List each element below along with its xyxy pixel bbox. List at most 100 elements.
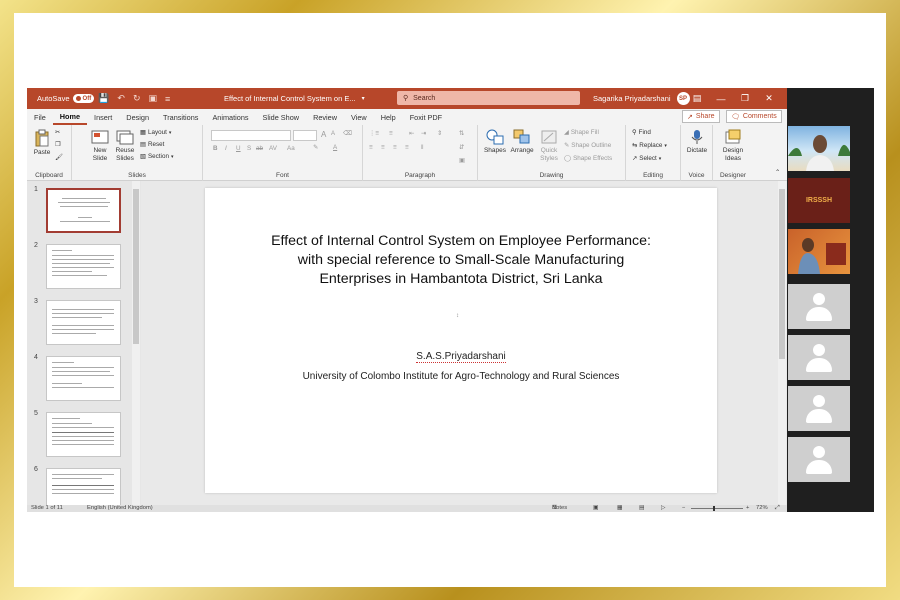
participant-tile-3[interactable] bbox=[788, 284, 850, 329]
slide-thumbnail-4[interactable] bbox=[46, 356, 121, 401]
numbering-icon[interactable]: ≡ bbox=[389, 130, 393, 137]
shape-fill-button[interactable]: ◢ Shape Fill bbox=[564, 129, 599, 136]
align-right-icon[interactable]: ≡ bbox=[393, 144, 397, 151]
title-dropdown-icon[interactable]: ▾ bbox=[362, 95, 365, 102]
bold-button[interactable]: B bbox=[213, 145, 218, 152]
restore-icon[interactable]: ❐ bbox=[733, 93, 757, 104]
align-left-icon[interactable]: ≡ bbox=[369, 144, 373, 151]
current-slide[interactable]: Effect of Internal Control System on Emp… bbox=[205, 188, 717, 493]
thumbnail-scroll-thumb[interactable] bbox=[133, 189, 139, 344]
columns-icon[interactable]: ‖ bbox=[421, 144, 424, 151]
shape-effects-button[interactable]: ◯ Shape Effects bbox=[564, 155, 612, 162]
line-spacing-icon[interactable]: ⇕ bbox=[437, 130, 442, 137]
autosave-toggle[interactable]: Off bbox=[72, 94, 95, 103]
participant-logo-tile[interactable]: IRSSSH bbox=[788, 178, 850, 223]
layout-button[interactable]: ▦ Layout ▾ bbox=[140, 129, 171, 136]
find-button[interactable]: ⚲ Find bbox=[632, 129, 651, 136]
undo-icon[interactable]: ↶ bbox=[117, 93, 125, 104]
dictate-button[interactable]: Dictate bbox=[684, 129, 710, 155]
participant-tile-4[interactable] bbox=[788, 335, 850, 380]
minimize-icon[interactable]: — bbox=[709, 94, 733, 104]
cut-icon[interactable]: ✂ bbox=[55, 129, 60, 136]
slide-thumbnail-5[interactable] bbox=[46, 412, 121, 457]
grow-font-button[interactable]: A bbox=[321, 130, 326, 139]
tab-file[interactable]: File bbox=[27, 109, 53, 125]
zoom-out-icon[interactable]: − bbox=[682, 505, 685, 512]
tab-foxit-pdf[interactable]: Foxit PDF bbox=[403, 109, 449, 125]
design-ideas-button[interactable]: Design Ideas bbox=[718, 129, 748, 163]
shrink-font-button[interactable]: A bbox=[331, 131, 335, 137]
tab-review[interactable]: Review bbox=[306, 109, 344, 125]
strikethrough-button[interactable]: S bbox=[247, 145, 251, 152]
slide-thumbnail-6[interactable] bbox=[46, 468, 121, 505]
decrease-indent-icon[interactable]: ⇤ bbox=[409, 130, 414, 137]
font-size-box[interactable] bbox=[293, 130, 317, 141]
fit-slide-icon[interactable]: ⤢ bbox=[775, 505, 780, 512]
slideshow-view-icon[interactable]: ▷ bbox=[661, 505, 665, 512]
present-icon[interactable]: ▣ bbox=[149, 93, 158, 104]
replace-button[interactable]: ⇆ Replace ▾ bbox=[632, 142, 667, 149]
smartart-icon[interactable]: ▣ bbox=[459, 157, 465, 164]
participant-video-1[interactable] bbox=[788, 126, 850, 171]
participant-tile-5[interactable] bbox=[788, 386, 850, 431]
shadow-button[interactable]: ab bbox=[256, 145, 263, 152]
normal-view-icon[interactable]: ▣ bbox=[593, 505, 598, 512]
reading-view-icon[interactable]: ▤ bbox=[639, 505, 644, 512]
tab-design[interactable]: Design bbox=[119, 109, 156, 125]
arrange-button[interactable]: Arrange bbox=[509, 129, 535, 155]
customize-toolbar-icon[interactable]: ≡ bbox=[165, 94, 170, 104]
paste-button[interactable]: Paste bbox=[32, 129, 52, 157]
slide-thumbnail-3[interactable] bbox=[46, 300, 121, 345]
reuse-slides-button[interactable]: Reuse Slides bbox=[113, 129, 137, 163]
tab-slide-show[interactable]: Slide Show bbox=[256, 109, 307, 125]
underline-button[interactable]: U bbox=[236, 145, 241, 152]
shapes-button[interactable]: Shapes bbox=[483, 129, 507, 155]
copy-icon[interactable]: ❐ bbox=[55, 141, 61, 148]
tab-view[interactable]: View bbox=[344, 109, 374, 125]
participant-tile-6[interactable] bbox=[788, 437, 850, 482]
tab-help[interactable]: Help bbox=[374, 109, 403, 125]
section-button[interactable]: ▧ Section ▾ bbox=[140, 153, 173, 160]
redo-icon[interactable]: ↻ bbox=[133, 93, 141, 104]
search-box[interactable]: ⚲ Search bbox=[397, 91, 580, 105]
highlight-icon[interactable]: ✎ bbox=[313, 144, 318, 151]
slide-scroll-thumb[interactable] bbox=[779, 189, 785, 359]
justify-icon[interactable]: ≡ bbox=[405, 144, 409, 151]
tab-animations[interactable]: Animations bbox=[205, 109, 255, 125]
zoom-slider[interactable] bbox=[691, 508, 743, 509]
font-name-box[interactable] bbox=[211, 130, 291, 141]
collapse-ribbon-icon[interactable]: ⌃ bbox=[775, 169, 780, 176]
bullets-icon[interactable]: ⋮≡ bbox=[369, 130, 379, 137]
clear-formatting-icon[interactable]: ⌫ bbox=[343, 130, 352, 137]
change-case-button[interactable]: Aa bbox=[287, 145, 295, 152]
comments-button[interactable]: 🗨 Comments bbox=[726, 110, 782, 123]
select-button[interactable]: ↗ Select ▾ bbox=[632, 155, 661, 162]
tab-transitions[interactable]: Transitions bbox=[156, 109, 205, 125]
tab-home[interactable]: Home bbox=[52, 109, 88, 125]
tab-insert[interactable]: Insert bbox=[87, 109, 119, 125]
text-direction-icon[interactable]: ⇅ bbox=[459, 130, 464, 137]
align-center-icon[interactable]: ≡ bbox=[381, 144, 385, 151]
thumbnail-scrollbar[interactable] bbox=[132, 181, 140, 505]
slide-thumbnail-1[interactable] bbox=[46, 188, 121, 233]
language-status[interactable]: English (United Kingdom) bbox=[87, 505, 153, 512]
zoom-in-icon[interactable]: + bbox=[746, 505, 749, 512]
close-icon[interactable]: ✕ bbox=[757, 93, 781, 104]
slide-affiliation[interactable]: University of Colombo Institute for Agro… bbox=[205, 371, 717, 382]
slide-title[interactable]: Effect of Internal Control System on Emp… bbox=[261, 232, 661, 289]
format-painter-icon[interactable]: 🖌 bbox=[55, 153, 63, 161]
zoom-slider-thumb[interactable] bbox=[713, 506, 715, 511]
participant-video-2[interactable] bbox=[788, 229, 850, 274]
share-button[interactable]: ↗ Share bbox=[682, 110, 720, 123]
save-icon[interactable]: 💾 bbox=[98, 93, 109, 104]
align-text-icon[interactable]: ⇵ bbox=[459, 144, 464, 151]
increase-indent-icon[interactable]: ⇥ bbox=[421, 130, 426, 137]
slide-scrollbar[interactable] bbox=[778, 181, 786, 505]
font-color-icon[interactable]: A bbox=[333, 144, 337, 151]
slide-thumbnail-2[interactable] bbox=[46, 244, 121, 289]
slide-author[interactable]: S.A.S.Priyadarshani bbox=[205, 351, 717, 363]
shape-outline-button[interactable]: ✎ Shape Outline bbox=[564, 142, 611, 149]
quick-styles-button[interactable]: Quick Styles bbox=[536, 129, 562, 163]
reset-button[interactable]: ▤ Reset bbox=[140, 141, 164, 148]
new-slide-button[interactable]: New Slide bbox=[88, 129, 112, 163]
